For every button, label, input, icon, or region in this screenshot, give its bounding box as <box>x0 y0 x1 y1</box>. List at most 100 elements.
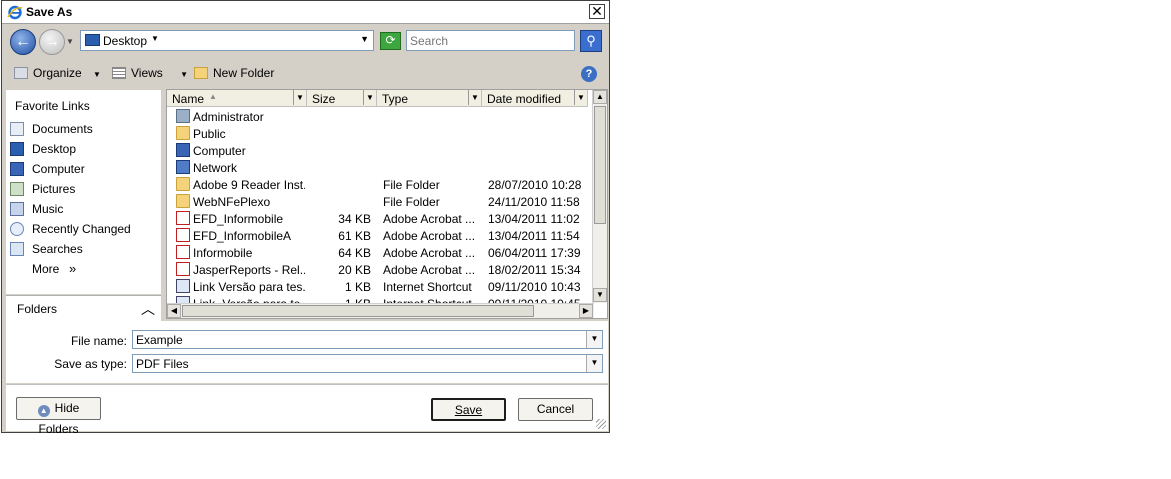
save-form: File name: ▼ Save as type: PDF Files ▼ <box>6 321 608 383</box>
file-size: 64 KB <box>338 246 371 260</box>
views-menu[interactable]: Views ▼ <box>112 66 188 80</box>
save-button[interactable]: Save <box>431 398 506 421</box>
pdf-file-icon <box>176 262 190 276</box>
file-name: WebNFePlexo <box>193 195 271 209</box>
column-header-type[interactable]: Type ▼ <box>377 90 482 107</box>
file-date: 09/11/2010 10:43 <box>488 280 581 294</box>
file-row[interactable]: Network <box>167 159 593 176</box>
file-name: Administrator <box>193 110 264 124</box>
views-icon <box>112 67 126 79</box>
column-name-label: Name <box>172 92 205 106</box>
file-date: 18/02/2011 15:34 <box>488 263 581 277</box>
search-button[interactable]: ⚲ <box>580 30 602 52</box>
column-header-name[interactable]: Name ▲ ▼ <box>167 90 307 107</box>
file-type: File Folder <box>383 178 440 192</box>
close-button[interactable]: ✕ <box>589 4 605 19</box>
file-row[interactable]: Link Versão para tes... 1 KB Internet Shor… <box>167 278 593 295</box>
favorite-music[interactable]: Music <box>8 200 158 218</box>
column-header-size[interactable]: Size ▼ <box>307 90 377 107</box>
file-row[interactable]: Computer <box>167 142 593 159</box>
file-size: 61 KB <box>338 229 371 243</box>
file-row[interactable]: EFD_Informobile 34 KB Adobe Acrobat ... 13/… <box>167 210 593 227</box>
save-as-type-dropdown-icon[interactable]: ▼ <box>586 355 602 372</box>
file-row[interactable]: Administrator <box>167 108 593 125</box>
file-name-dropdown-icon[interactable]: ▼ <box>586 331 602 348</box>
column-dropdown-icon[interactable]: ▼ <box>293 90 306 105</box>
file-name: Informobile <box>193 246 253 260</box>
hide-folders-button[interactable]: ▲ Hide Folders <box>16 397 101 436</box>
computer-file-icon <box>176 143 190 157</box>
file-date: 28/07/2010 10:28 <box>488 178 582 192</box>
title-bar[interactable]: Save As ✕ <box>2 1 609 24</box>
address-dropdown-icon[interactable]: ▼ <box>360 34 369 44</box>
column-dropdown-icon[interactable]: ▼ <box>363 90 376 105</box>
column-dropdown-icon[interactable]: ▼ <box>574 90 587 105</box>
recent-pages-dropdown-icon[interactable]: ▼ <box>66 37 74 46</box>
scroll-right-button[interactable]: ▶ <box>579 304 593 318</box>
help-icon[interactable]: ? <box>581 66 597 82</box>
pictures-icon <box>10 182 24 196</box>
file-row[interactable]: WebNFePlexo File Folder 24/11/2010 11:58 <box>167 193 593 210</box>
folders-toggle-bar[interactable]: Folders ︿ <box>6 295 161 322</box>
file-row[interactable]: Informobile 64 KB Adobe Acrobat ... 06/04/2… <box>167 244 593 261</box>
views-dropdown-icon: ▼ <box>180 70 189 79</box>
breadcrumb-chevron-icon[interactable]: ▼ <box>151 34 159 43</box>
file-row[interactable]: Public <box>167 125 593 142</box>
favorites-more[interactable]: More » <box>8 260 158 278</box>
scroll-left-button[interactable]: ◀ <box>167 304 181 318</box>
file-name-input[interactable] <box>133 331 579 348</box>
file-row[interactable]: JasperReports - Rel... 20 KB Adobe Acrobat… <box>167 261 593 278</box>
forward-button[interactable]: → <box>39 29 65 55</box>
file-date: 13/04/2011 11:54 <box>488 229 580 243</box>
address-bar[interactable]: Desktop ▼ ▼ <box>80 30 374 51</box>
refresh-button[interactable]: ⟳ <box>380 32 401 50</box>
documents-icon <box>10 122 24 136</box>
organize-menu[interactable]: Organize ▼ <box>14 66 101 80</box>
file-row[interactable]: Adobe 9 Reader Inst... File Folder 28/07/2… <box>167 176 593 193</box>
file-name: EFD_InformobileA <box>193 229 292 243</box>
favorite-desktop[interactable]: Desktop <box>8 140 158 158</box>
file-size: 1 KB <box>344 280 371 294</box>
favorite-recently-changed[interactable]: Recently Changed <box>8 220 158 238</box>
favorite-searches[interactable]: Searches <box>8 240 158 258</box>
favorite-computer[interactable]: Computer <box>8 160 158 178</box>
scroll-up-button[interactable]: ▲ <box>593 90 607 104</box>
desktop-icon <box>10 142 24 156</box>
cancel-button[interactable]: Cancel <box>518 398 593 421</box>
favorite-documents[interactable]: Documents <box>8 120 158 138</box>
column-header-date-modified[interactable]: Date modified ▼ <box>482 90 588 107</box>
new-folder-button[interactable]: New Folder <box>194 66 274 80</box>
file-type: Adobe Acrobat ... <box>383 246 476 260</box>
horizontal-scrollbar[interactable]: ◀ ▶ <box>167 303 594 318</box>
scroll-down-button[interactable]: ▼ <box>593 288 607 302</box>
resize-grip[interactable] <box>596 419 606 429</box>
window-title: Save As <box>26 5 73 19</box>
back-button[interactable]: ← <box>10 29 36 55</box>
new-folder-icon <box>194 67 208 79</box>
command-toolbar: Organize ▼ Views ▼ New Folder ? <box>2 60 609 88</box>
favorite-pictures[interactable]: Pictures <box>8 180 158 198</box>
pdf-file-icon <box>176 228 190 242</box>
file-type: File Folder <box>383 195 440 209</box>
vertical-scroll-thumb[interactable] <box>594 106 606 224</box>
search-box <box>406 30 575 51</box>
search-input[interactable] <box>407 31 573 50</box>
organize-dropdown-icon: ▼ <box>93 70 101 79</box>
vertical-scrollbar[interactable]: ▲ ▼ <box>592 90 607 303</box>
search-icon: ⚲ <box>586 33 596 48</box>
favorite-label: Searches <box>32 242 83 256</box>
file-type: Adobe Acrobat ... <box>383 212 476 226</box>
save-as-type-select[interactable]: PDF Files ▼ <box>132 354 603 373</box>
folders-label: Folders <box>17 302 58 316</box>
cancel-label: Cancel <box>536 402 575 416</box>
desktop-location-icon <box>85 34 100 46</box>
music-icon <box>10 202 24 216</box>
dialog-button-bar: ▲ Hide Folders Save Cancel <box>6 384 608 436</box>
horizontal-scroll-thumb[interactable] <box>182 305 534 317</box>
file-date: 24/11/2010 11:58 <box>488 195 580 209</box>
computer-icon <box>10 162 24 176</box>
back-arrow-icon: ← <box>15 33 31 50</box>
folder-file-icon <box>176 126 190 140</box>
file-row[interactable]: EFD_InformobileA 61 KB Adobe Acrobat ... 13… <box>167 227 593 244</box>
column-dropdown-icon[interactable]: ▼ <box>468 90 481 105</box>
